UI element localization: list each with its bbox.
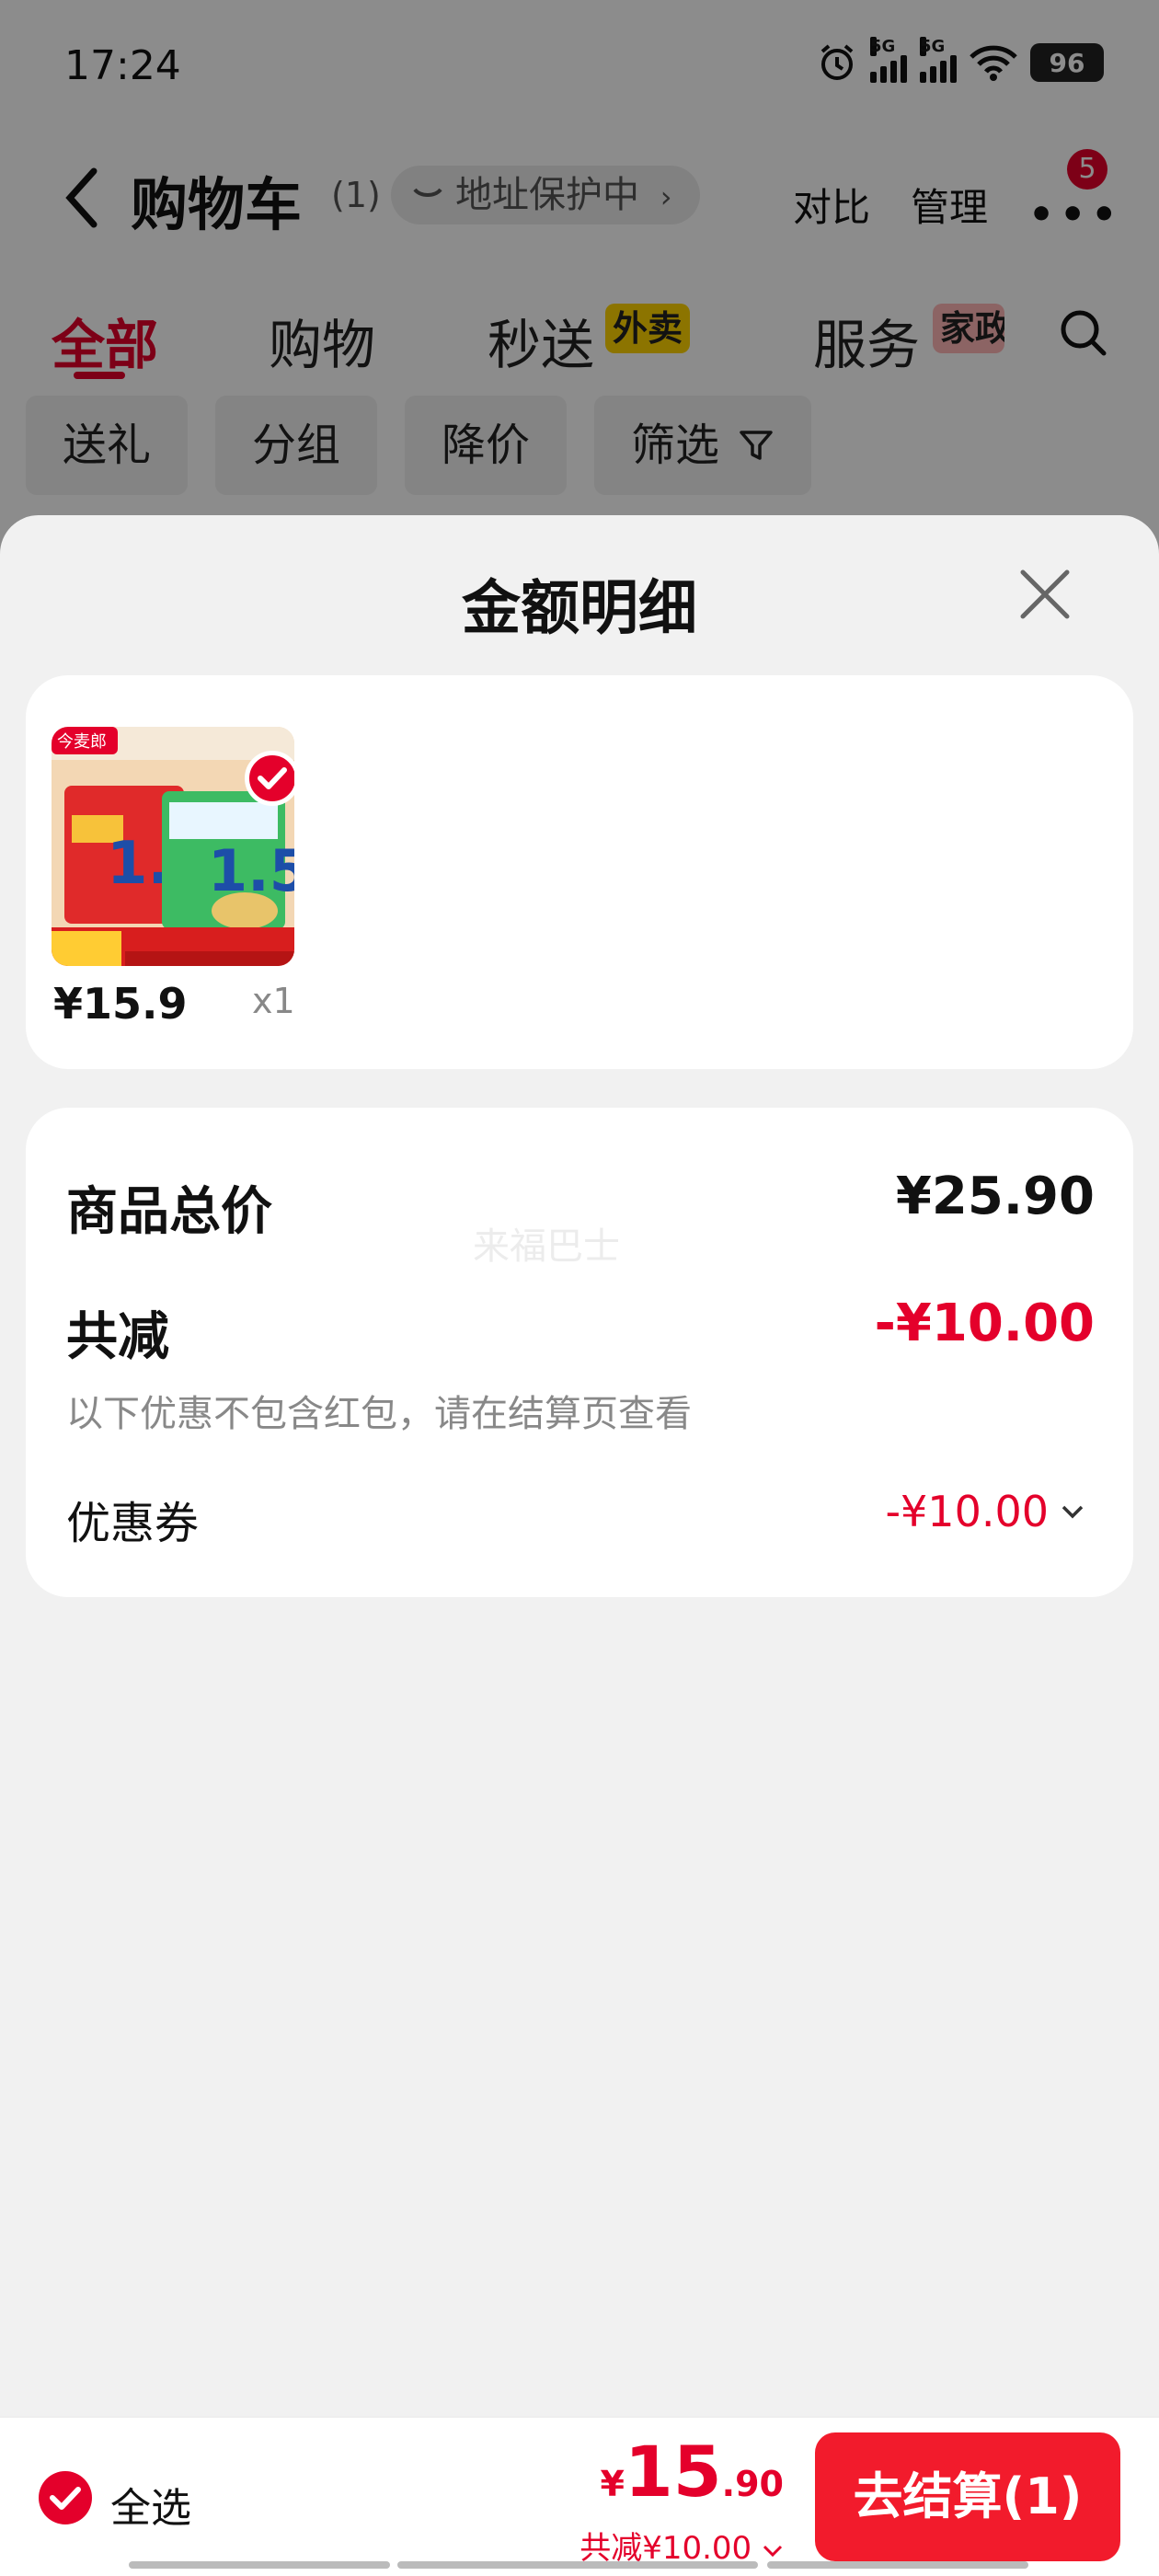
- discount-note: 以下优惠不包含红包，请在结算页查看: [66, 1393, 692, 1435]
- checkmark-icon: [258, 767, 287, 789]
- checkmark-icon: [50, 2487, 81, 2510]
- amount-detail-sheet: 金额明细 今麦郎 1.5 1.5 ¥15.9 x1 来福巴士 商品总价 ¥25.…: [0, 515, 1159, 2576]
- product-card: 今麦郎 1.5 1.5 ¥15.9 x1: [26, 675, 1133, 1069]
- gesture-bar-right: [767, 2561, 1028, 2569]
- coupon-row[interactable]: -¥10.00: [885, 1487, 1085, 1536]
- watermark: 来福巴士: [473, 1225, 620, 1268]
- sheet-title: 金额明细: [462, 575, 697, 643]
- checkout-bar: 全选 ¥15.90 共减¥10.00 去结算(1): [0, 2416, 1159, 2576]
- coupon-value: -¥10.00: [885, 1487, 1049, 1536]
- amount-summary-card: 来福巴士 商品总价 ¥25.90 共减 -¥10.00 以下优惠不包含红包，请在…: [26, 1108, 1133, 1597]
- total-price-value: ¥25.90: [895, 1167, 1095, 1226]
- total-dec: .90: [721, 2464, 784, 2504]
- checkout-total: ¥15.90: [600, 2431, 784, 2513]
- discount-value: -¥10.00: [874, 1294, 1095, 1353]
- close-icon[interactable]: [1019, 569, 1071, 620]
- select-all-label[interactable]: 全选: [110, 2475, 191, 2534]
- chevron-down-icon: [763, 2545, 783, 2558]
- brand-tag: 今麦郎: [57, 732, 107, 752]
- total-price-label: 商品总价: [66, 1182, 272, 1242]
- product-quantity: x1: [252, 981, 295, 1021]
- product-selected-check[interactable]: [245, 751, 294, 806]
- select-all-checkbox[interactable]: [39, 2471, 92, 2524]
- product-thumbnail[interactable]: 今麦郎 1.5 1.5: [52, 727, 294, 966]
- chevron-down-icon: [1061, 1505, 1084, 1519]
- gesture-bar-center: [397, 2561, 758, 2569]
- coupon-label: 优惠券: [66, 1498, 200, 1549]
- gesture-bar-left: [129, 2561, 390, 2569]
- discount-label: 共减: [66, 1307, 169, 1367]
- checkout-button[interactable]: 去结算(1): [815, 2432, 1120, 2561]
- product-price: ¥15.9: [53, 979, 188, 1029]
- total-int: 15: [624, 2431, 722, 2513]
- currency-symbol: ¥: [600, 2464, 625, 2504]
